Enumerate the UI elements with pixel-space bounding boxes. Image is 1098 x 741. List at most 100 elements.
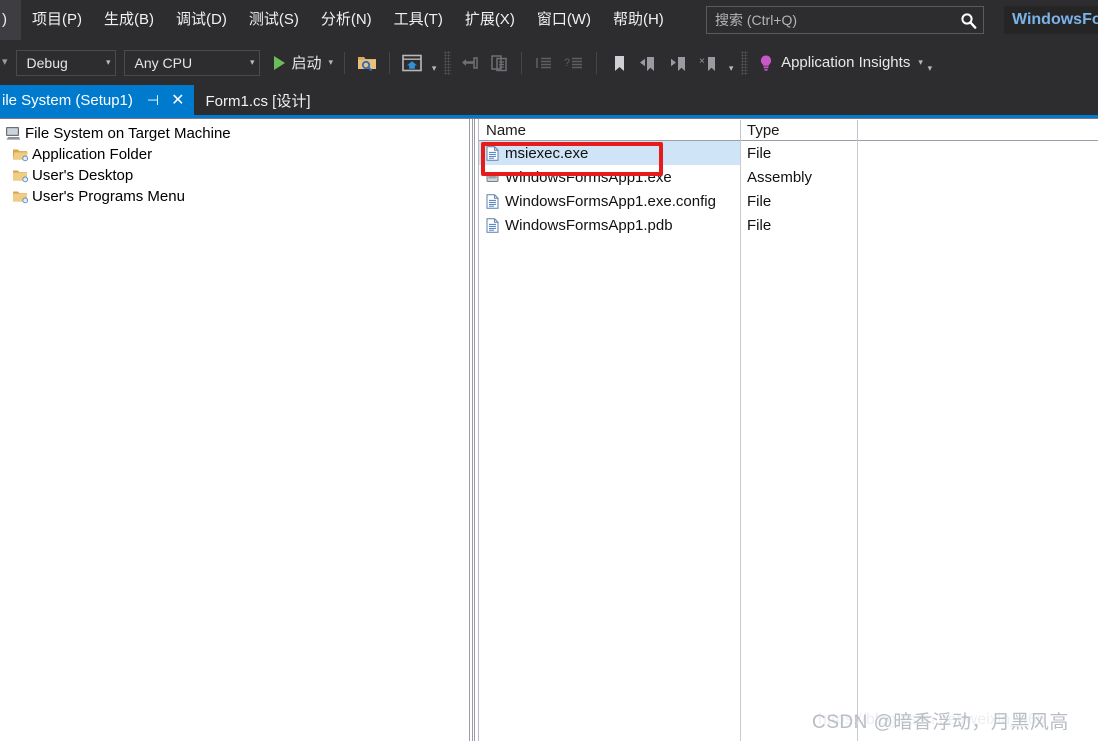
toolbar-separator xyxy=(596,51,598,74)
menu-item-project[interactable]: 项目(P) xyxy=(21,0,93,40)
toolbar-separator xyxy=(521,51,523,74)
comment-icon[interactable]: ? xyxy=(561,50,587,76)
standard-toolbar: ▾ Debug ▾ Any CPU ▾ 启动 ▾ ▾ ? × ▾ Applica… xyxy=(0,40,1098,85)
toolbar-overflow-button-right[interactable]: ▾ xyxy=(923,50,937,76)
column-header-name[interactable]: Name xyxy=(479,119,740,141)
toolbar-separator xyxy=(389,51,391,74)
row-name-cell[interactable]: WindowsFormsApp1.exe.config xyxy=(486,189,716,213)
project-name-badge: WindowsFo xyxy=(1004,6,1098,34)
copy-icon[interactable] xyxy=(486,50,512,76)
menu-item-extensions[interactable]: 扩展(X) xyxy=(454,0,526,40)
bookmark-overflow-button[interactable]: ▾ xyxy=(724,50,738,76)
row-name-cell[interactable]: WindowsFormsApp1.pdb xyxy=(486,213,673,237)
folder-contents-list: Name Type msiexec.exe File WindowsFormsA… xyxy=(478,119,1098,741)
start-debug-label: 启动 xyxy=(291,55,322,72)
row-name-label: WindowsFormsApp1.pdb xyxy=(505,216,673,234)
menu-item-build[interactable]: 生成(B) xyxy=(93,0,165,40)
tree-node-target-machine[interactable]: File System on Target Machine xyxy=(0,123,468,144)
chevron-down-icon: ▾ xyxy=(106,57,111,67)
toolbar-drag-grip[interactable] xyxy=(741,50,749,75)
play-icon xyxy=(273,55,285,70)
menu-item-debug[interactable]: 调试(D) xyxy=(165,0,238,40)
list-column-headers: Name Type xyxy=(479,119,1098,141)
configuration-combo[interactable]: Debug ▾ xyxy=(15,49,116,76)
toolbar-overflow-button[interactable]: ▾ xyxy=(427,50,441,76)
search-box[interactable] xyxy=(706,6,984,34)
table-row[interactable]: msiexec.exe File xyxy=(479,141,1098,165)
file-icon xyxy=(486,145,505,161)
computer-icon xyxy=(5,126,25,141)
file-icon xyxy=(486,217,505,233)
next-bookmark-icon[interactable] xyxy=(666,50,692,76)
configuration-value: Debug xyxy=(26,54,68,71)
row-name-label: WindowsFormsApp1.exe xyxy=(505,168,672,186)
assembly-icon xyxy=(486,170,505,185)
clear-bookmarks-icon[interactable]: × xyxy=(696,50,722,76)
folder-icon xyxy=(12,168,32,183)
application-insights-label: Application Insights xyxy=(781,54,911,71)
row-type-cell: File xyxy=(747,144,772,162)
menu-item-window[interactable]: 窗口(W) xyxy=(526,0,602,40)
close-icon[interactable]: ✕ xyxy=(171,90,184,110)
pin-icon[interactable]: ⊣ xyxy=(147,92,159,109)
previous-bookmark-icon[interactable] xyxy=(636,50,662,76)
search-input[interactable] xyxy=(707,12,953,28)
table-row[interactable]: WindowsFormsApp1.exe Assembly xyxy=(479,165,1098,189)
menu-item-test[interactable]: 测试(S) xyxy=(238,0,310,40)
column-header-type[interactable]: Type xyxy=(740,119,857,141)
pane-splitter[interactable] xyxy=(468,119,478,741)
application-insights-button[interactable]: Application Insights ▾ xyxy=(751,48,923,78)
row-name-label: WindowsFormsApp1.exe.config xyxy=(505,192,716,210)
lightbulb-icon xyxy=(753,50,779,76)
tree-node-label: File System on Target Machine xyxy=(25,125,231,142)
menu-items: ) 项目(P) 生成(B) 调试(D) 测试(S) 分析(N) 工具(T) 扩展… xyxy=(0,0,675,40)
svg-text:×: × xyxy=(699,56,705,67)
list-rows: msiexec.exe File WindowsFormsApp1.exe As… xyxy=(479,141,1098,237)
column-header-filler xyxy=(857,119,1098,141)
start-debug-button[interactable]: 启动 ▾ xyxy=(268,47,338,79)
chevron-down-icon[interactable]: ▾ xyxy=(329,57,334,68)
menu-item-help[interactable]: 帮助(H) xyxy=(602,0,675,40)
table-row[interactable]: WindowsFormsApp1.pdb File xyxy=(479,213,1098,237)
row-name-cell[interactable]: msiexec.exe xyxy=(486,141,588,165)
home-browser-icon[interactable] xyxy=(399,50,425,76)
find-in-folder-icon[interactable] xyxy=(354,50,380,76)
file-system-editor: File System on Target Machine Applicatio… xyxy=(0,119,1098,741)
tree-node-users-programs-menu[interactable]: User's Programs Menu xyxy=(0,186,468,207)
tree-node-label: User's Desktop xyxy=(32,167,134,184)
platform-value: Any CPU xyxy=(134,54,193,71)
file-icon xyxy=(486,193,505,209)
row-name-label: msiexec.exe xyxy=(505,144,589,162)
toolbar-separator xyxy=(344,51,346,74)
table-row[interactable]: WindowsFormsApp1.exe.config File xyxy=(479,189,1098,213)
tree-node-application-folder[interactable]: Application Folder xyxy=(0,144,468,165)
watermark-text: CSDN @暗香浮动，月黑风高 xyxy=(812,712,1069,733)
search-icon[interactable] xyxy=(953,7,983,33)
folder-open-icon xyxy=(12,147,32,162)
row-type-cell: Assembly xyxy=(747,168,813,186)
indent-icon[interactable] xyxy=(531,50,557,76)
row-name-cell[interactable]: WindowsFormsApp1.exe xyxy=(486,165,672,189)
tree-node-users-desktop[interactable]: User's Desktop xyxy=(0,165,468,186)
chevron-down-icon: ▾ xyxy=(250,57,255,67)
visual-studio-window: ) 项目(P) 生成(B) 调试(D) 测试(S) 分析(N) 工具(T) 扩展… xyxy=(0,0,1098,741)
file-system-tree[interactable]: File System on Target Machine Applicatio… xyxy=(0,119,468,741)
document-tab-strip: ile System (Setup1) ⊣ ✕ Form1.cs [设计] xyxy=(0,85,1098,115)
row-type-cell: File xyxy=(747,192,772,210)
platform-combo[interactable]: Any CPU ▾ xyxy=(123,49,260,76)
tab-form1-cs-design[interactable]: Form1.cs [设计] xyxy=(193,85,320,115)
menu-item-tools[interactable]: 工具(T) xyxy=(383,0,454,40)
tab-file-system-setup1[interactable]: ile System (Setup1) ⊣ ✕ xyxy=(0,85,194,115)
folder-icon xyxy=(12,189,32,204)
navigate-backward-icon[interactable] xyxy=(456,50,482,76)
tab-label: Form1.cs [设计] xyxy=(205,92,311,110)
toolbar-drag-grip[interactable] xyxy=(444,50,452,75)
bookmark-icon[interactable] xyxy=(606,50,632,76)
tree-node-label: Application Folder xyxy=(32,146,153,163)
menu-item-clipped[interactable]: ) xyxy=(0,0,21,40)
svg-text:?: ? xyxy=(564,57,570,69)
menu-item-analyze[interactable]: 分析(N) xyxy=(310,0,383,40)
menu-bar: ) 项目(P) 生成(B) 调试(D) 测试(S) 分析(N) 工具(T) 扩展… xyxy=(0,0,1098,40)
tab-label: ile System (Setup1) xyxy=(2,91,133,109)
toolbar-overflow-caret-left[interactable]: ▾ xyxy=(0,40,16,85)
